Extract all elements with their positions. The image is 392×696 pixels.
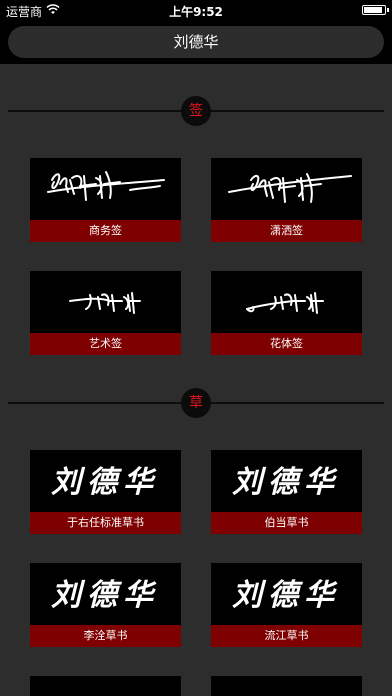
section-badge-sign: 签 [181, 96, 211, 126]
signature-preview-business [47, 171, 165, 201]
style-card-label: 伯当草书 [211, 512, 362, 534]
calligraphy-preview: 刘德华 [232, 465, 340, 500]
style-card-business[interactable]: 商务签 [30, 158, 181, 242]
calligraphy-text: 刘德华 [232, 578, 340, 613]
name-title-field[interactable]: 刘德华 [8, 26, 384, 58]
style-card-liujiang[interactable]: 刘德华 流江草书 [211, 563, 362, 647]
calligraphy-preview: 刘德华 [51, 578, 159, 613]
style-card-yuyouren[interactable]: 刘德华 于右任标准草书 [30, 450, 181, 534]
style-card-label: 流江草书 [211, 625, 362, 647]
style-card-label: 于右任标准草书 [30, 512, 181, 534]
style-card-art[interactable]: 艺术签 [30, 271, 181, 355]
status-time: 上午9:52 [169, 5, 223, 19]
calligraphy-text: 刘德华 [232, 465, 340, 500]
nav-header: 刘德华 [0, 20, 392, 64]
battery-fill [364, 7, 382, 13]
calligraphy-text: 刘德华 [51, 578, 159, 613]
style-card-label: 李洤草书 [30, 625, 181, 647]
style-card-label: 潇洒签 [211, 220, 362, 242]
calligraphy-preview: 刘德华 [232, 578, 340, 613]
section-header-sign: 签 [0, 96, 392, 126]
style-card-label: 商务签 [30, 220, 181, 242]
signature-preview-casual [228, 173, 352, 203]
style-card-liquan[interactable]: 刘德华 李洤草书 [30, 563, 181, 647]
style-card-label: 花体签 [211, 333, 362, 355]
style-card-partial[interactable] [211, 676, 362, 696]
section-header-cursive: 草 [0, 388, 392, 418]
section-badge-cursive: 草 [181, 388, 211, 418]
style-card-label: 艺术签 [30, 333, 181, 355]
style-card-partial[interactable] [30, 676, 181, 696]
battery-icon [362, 5, 389, 15]
calligraphy-text: 刘德华 [51, 465, 159, 500]
status-bar: 运营商 上午9:52 [0, 0, 392, 20]
calligraphy-preview: 刘德华 [51, 465, 159, 500]
signature-preview-flower [246, 292, 324, 314]
style-card-bodang[interactable]: 刘德华 伯当草书 [211, 450, 362, 534]
style-card-flower[interactable]: 花体签 [211, 271, 362, 355]
signature-preview-art [69, 292, 141, 314]
style-card-casual[interactable]: 潇洒签 [211, 158, 362, 242]
